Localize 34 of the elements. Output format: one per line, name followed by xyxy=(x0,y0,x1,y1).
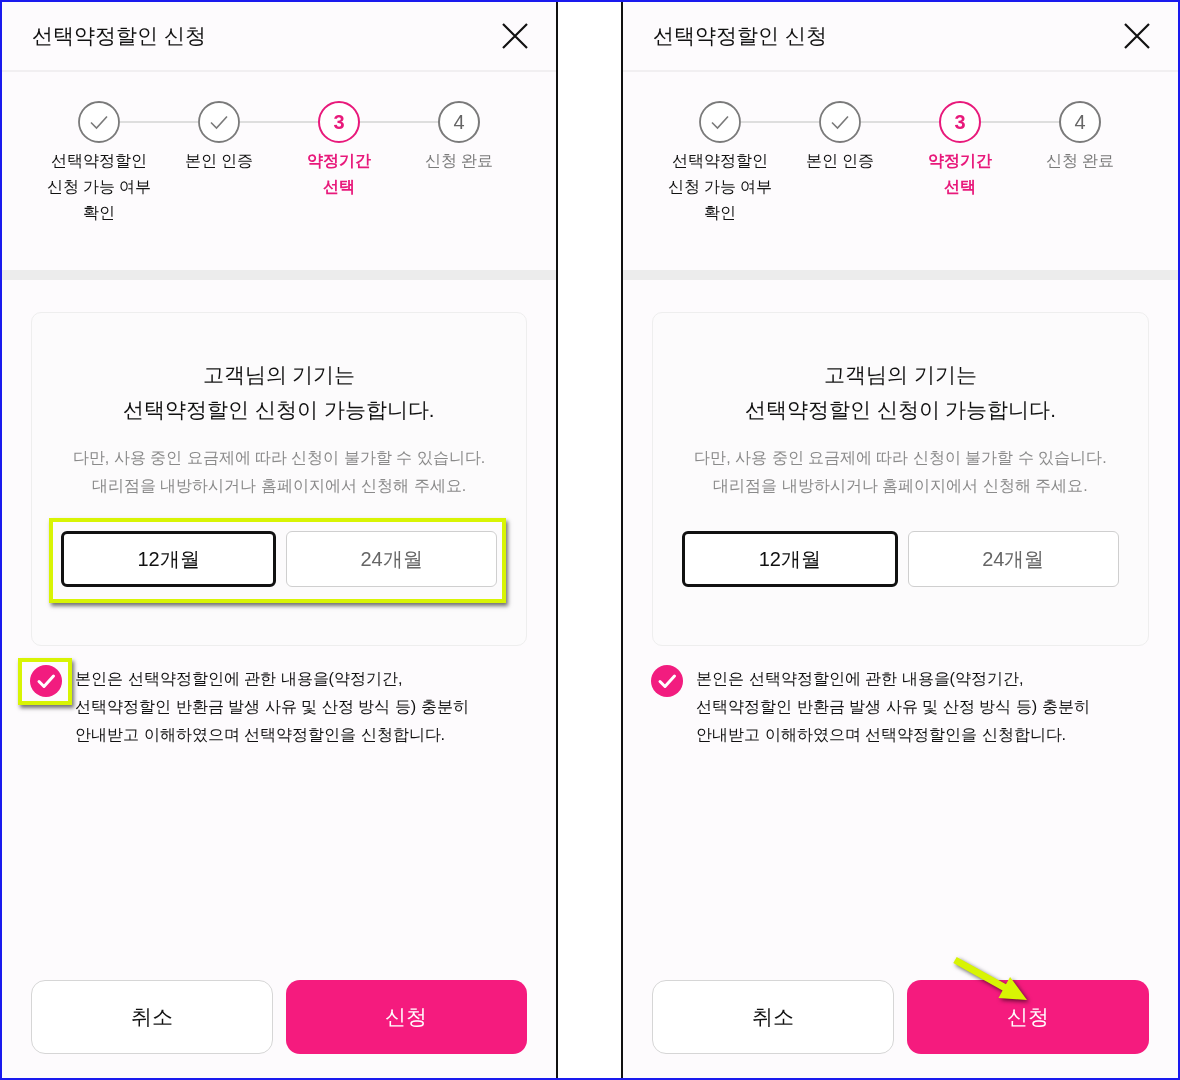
period-option[interactable]: 24개월 xyxy=(286,531,497,587)
agreement-text: 본인은 선택약정할인에 관한 내용을(약정기간, 선택약정할인 반환금 발생 사유 및 산정 방식 등) 충분히 안내받고 이해하였으며 선택약정할인을 신청합니다. xyxy=(696,668,1090,745)
notice-text: 다만, 사용 중인 요금제에 따라 신청이 불가할 수 있습니다. 대리점을 내방하시거나 홈페이지에서 신청해 주세요. xyxy=(693,448,1108,496)
close-icon xyxy=(502,23,528,49)
cancel-button[interactable]: 취소 xyxy=(31,980,273,1054)
close-button[interactable] xyxy=(501,22,529,50)
dialog-title: 선택약정할인 신청 xyxy=(653,23,827,49)
step-label: 신청 완료 xyxy=(1045,151,1115,171)
step-label: 선택약정할인 신청 가능 여부 확인 xyxy=(667,151,773,223)
step-number: 3 xyxy=(318,101,360,143)
submit-button[interactable]: 신청 xyxy=(285,980,527,1054)
agreement-checkbox[interactable] xyxy=(651,665,683,697)
step-number: 4 xyxy=(1059,101,1101,143)
step-number: 3 xyxy=(939,101,981,143)
step-label: 본인 인증 xyxy=(184,151,254,171)
period-option[interactable]: 12개월 xyxy=(61,531,276,587)
submit-button[interactable]: 신청 xyxy=(907,980,1149,1054)
step-label: 약정기간 선택 xyxy=(307,151,371,197)
step-label: 신청 완료 xyxy=(424,151,494,171)
agreement-text: 본인은 선택약정할인에 관한 내용을(약정기간, 선택약정할인 반환금 발생 사유 및 산정 방식 등) 충분히 안내받고 이해하였으며 선택약정할인을 신청합니다. xyxy=(75,668,469,745)
agreement-checkbox[interactable] xyxy=(30,665,62,697)
close-icon xyxy=(1124,23,1150,49)
period-option[interactable]: 12개월 xyxy=(682,531,898,587)
notice-text: 다만, 사용 중인 요금제에 따라 신청이 불가할 수 있습니다. 대리점을 내방하시거나 홈페이지에서 신청해 주세요. xyxy=(71,448,487,496)
dialog-title: 선택약정할인 신청 xyxy=(32,23,206,49)
cancel-button[interactable]: 취소 xyxy=(652,980,894,1054)
close-button[interactable] xyxy=(1123,22,1151,50)
step-label: 본인 인증 xyxy=(805,151,875,171)
card-title: 고객님의 기기는 선택약정할인 신청이 가능합니다. xyxy=(122,362,436,423)
step-number: 4 xyxy=(438,101,480,143)
step-label: 선택약정할인 신청 가능 여부 확인 xyxy=(46,151,152,223)
card-title: 고객님의 기기는 선택약정할인 신청이 가능합니다. xyxy=(743,362,1058,423)
step-label: 약정기간 선택 xyxy=(928,151,992,197)
period-option[interactable]: 24개월 xyxy=(907,531,1119,587)
